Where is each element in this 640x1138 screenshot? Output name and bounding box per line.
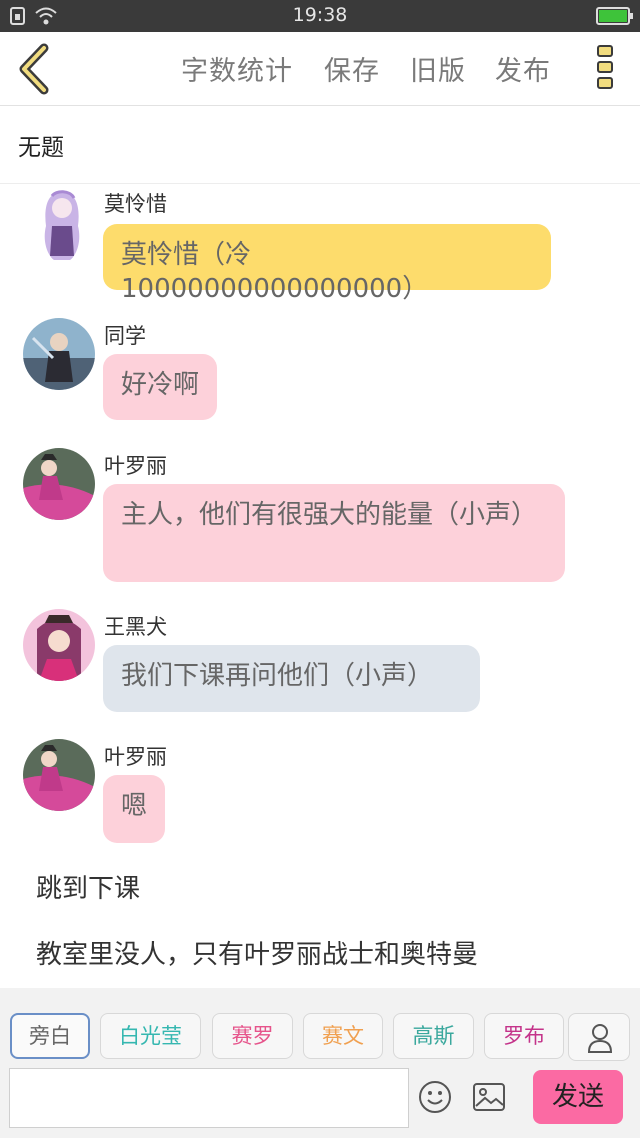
character-chip[interactable]: 赛文 xyxy=(303,1013,383,1059)
message-bubble[interactable]: 主人，他们有很强大的能量（小声） xyxy=(103,484,565,582)
editor-toolbar: 字数统计 保存 旧版 发布 xyxy=(0,32,640,106)
narration-text[interactable]: 教室里没人，只有叶罗丽战士和奥特曼 xyxy=(36,934,478,971)
add-character-button[interactable] xyxy=(568,1013,630,1061)
message-bubble[interactable]: 我们下课再问他们（小声） xyxy=(103,645,480,712)
message-input[interactable] xyxy=(9,1068,409,1128)
avatar[interactable] xyxy=(23,318,95,390)
character-chip[interactable]: 赛罗 xyxy=(212,1013,293,1059)
publish-button[interactable]: 发布 xyxy=(495,49,551,88)
message-bubble[interactable]: 莫怜惜（冷10000000000000000） xyxy=(103,224,551,304)
avatar[interactable] xyxy=(23,448,95,520)
image-icon[interactable] xyxy=(472,1082,506,1112)
save-button[interactable]: 保存 xyxy=(324,49,380,88)
avatar[interactable] xyxy=(23,739,95,811)
status-time: 19:38 xyxy=(292,4,348,26)
sender-name: 叶罗丽 xyxy=(104,454,167,478)
avatar[interactable] xyxy=(30,186,94,262)
avatar[interactable] xyxy=(23,609,95,681)
character-chip[interactable]: 白光莹 xyxy=(100,1013,201,1059)
battery-level xyxy=(599,10,627,22)
character-chip-narrator[interactable]: 旁白 xyxy=(10,1013,90,1059)
message-bubble[interactable]: 嗯 xyxy=(103,775,166,843)
compose-panel: 旁白 白光莹 赛罗 赛文 高斯 罗布 发送 xyxy=(0,988,640,1138)
message-bubble[interactable]: 好冷啊 xyxy=(103,354,218,420)
sender-name: 叶罗丽 xyxy=(104,745,167,769)
person-icon xyxy=(587,1024,613,1053)
word-count-button[interactable]: 字数统计 xyxy=(181,49,293,88)
character-chip[interactable]: 罗布 xyxy=(484,1013,564,1059)
chevron-left-icon[interactable] xyxy=(14,42,54,96)
character-chip[interactable]: 高斯 xyxy=(393,1013,474,1059)
document-title: 无题 xyxy=(18,135,64,161)
old-version-button[interactable]: 旧版 xyxy=(410,49,466,88)
smiley-icon[interactable] xyxy=(418,1080,452,1114)
narration-text[interactable]: 跳到下课 xyxy=(36,868,140,905)
sender-name: 同学 xyxy=(104,324,146,348)
status-bar: 19:38 xyxy=(0,0,640,32)
document-title-row[interactable]: 无题 xyxy=(0,106,640,184)
sender-name: 莫怜惜 xyxy=(104,192,167,216)
send-button[interactable]: 发送 xyxy=(533,1070,623,1124)
sender-name: 王黑犬 xyxy=(104,615,167,639)
battery-icon xyxy=(596,7,633,25)
more-vertical-icon[interactable] xyxy=(594,42,616,96)
